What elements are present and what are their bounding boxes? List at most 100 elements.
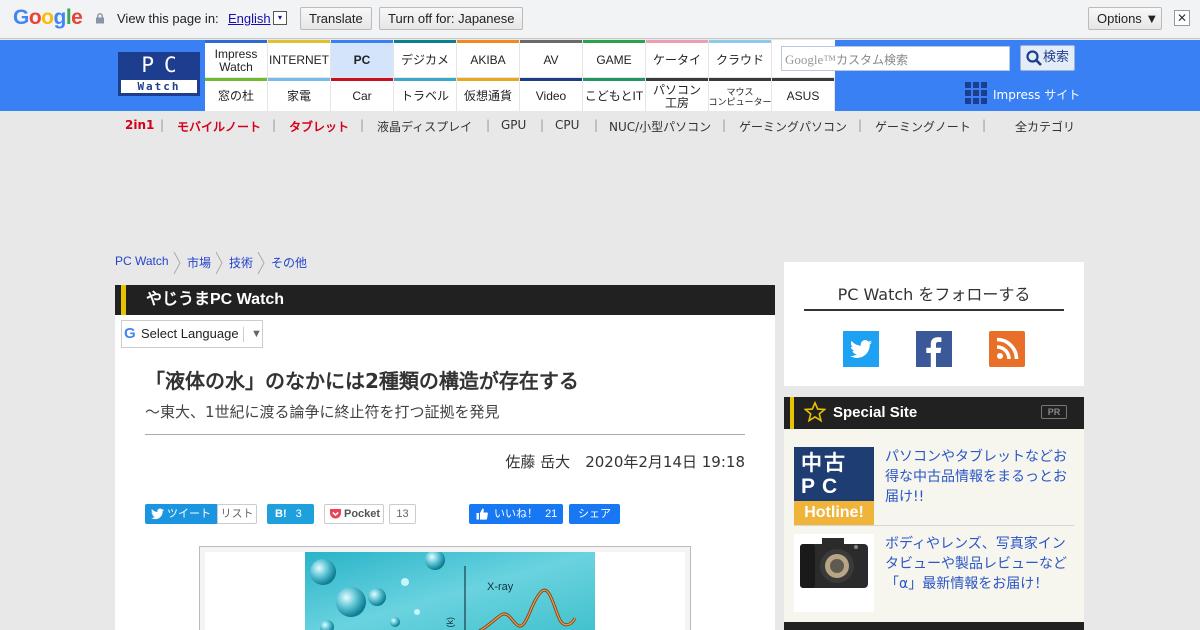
- turn-off-button[interactable]: Turn off for: Japanese: [379, 7, 524, 30]
- rss-icon[interactable]: [989, 331, 1025, 367]
- nav-item[interactable]: ケータイ: [646, 40, 709, 77]
- category-link[interactable]: モバイルノート: [177, 118, 261, 135]
- category-link[interactable]: GPU: [501, 118, 526, 132]
- site-header: PC Watch Impress Watch INTERNET PC デジカメ AKIB…: [0, 40, 1200, 111]
- category-separator: |: [272, 118, 277, 132]
- pc-hotline-thumbnail: 中古 PC Hotline!: [794, 447, 874, 525]
- category-separator: |: [858, 118, 863, 132]
- search-button[interactable]: 検索: [1020, 45, 1075, 71]
- nav-item-label: クラウド: [715, 53, 764, 67]
- nav-item[interactable]: こどもとIT: [583, 77, 646, 111]
- twitter-list-button[interactable]: リスト: [217, 504, 257, 524]
- twitter-icon[interactable]: [843, 331, 879, 367]
- nav-item-color-bar: [709, 40, 771, 43]
- category-separator: |: [360, 118, 365, 132]
- hatena-label: B!: [275, 508, 287, 520]
- chevron-right-icon: [173, 252, 181, 274]
- category-separator: |: [486, 118, 491, 132]
- lock-icon: [96, 13, 104, 24]
- follow-title: PC Watch をフォローする: [837, 285, 1031, 304]
- nav-item[interactable]: Impress Watch: [205, 40, 268, 77]
- nav-item-label: 仮想通貨: [463, 89, 512, 103]
- figure-axis-label: S (k): [445, 617, 455, 630]
- search-input[interactable]: Google™カスタム検索: [781, 46, 1010, 71]
- nav-item[interactable]: クラウド: [709, 40, 772, 77]
- category-separator: |: [722, 118, 727, 132]
- all-categories-link[interactable]: 全カテゴリ: [1015, 118, 1075, 135]
- options-button[interactable]: Options ▼: [1088, 7, 1162, 30]
- section-title-text: やじうまPC Watch: [146, 291, 285, 308]
- nav-item-label: ASUS: [786, 89, 820, 103]
- category-link[interactable]: CPU: [555, 118, 579, 132]
- nav-item[interactable]: Car: [331, 77, 394, 111]
- category-separator: |: [594, 118, 599, 132]
- nav-item-label: 家電: [286, 89, 311, 103]
- author: 佐藤 岳大: [505, 453, 571, 471]
- special-site-widget: Special Site PR 中古 PC Hotline! パソコンやタブレッ…: [784, 397, 1084, 630]
- breadcrumb-link[interactable]: その他: [271, 254, 307, 271]
- nav-item-label: Video: [535, 89, 567, 103]
- close-icon[interactable]: ✕: [1174, 10, 1190, 26]
- impress-site-label: Impress サイト: [993, 88, 1081, 102]
- hatena-count: 3: [295, 508, 302, 520]
- nav-item[interactable]: AV: [520, 40, 583, 77]
- site-nav: Impress Watch INTERNET PC デジカメ AKIBA AV GAME ケー…: [205, 40, 835, 111]
- nav-item[interactable]: トラベル: [394, 77, 457, 111]
- category-link[interactable]: 液晶ディスプレイ: [377, 118, 472, 135]
- category-separator: |: [540, 118, 545, 132]
- camera-image: [800, 538, 868, 588]
- pocket-count: 13: [389, 504, 416, 524]
- nav-item[interactable]: 仮想通貨: [457, 77, 520, 111]
- pocket-button[interactable]: Pocket: [324, 504, 384, 524]
- share-bar: ツイート リスト B! 3 Pocket 13 いいね！ 21 シェア: [145, 504, 745, 526]
- section-accent: [121, 285, 126, 315]
- language-select[interactable]: English: [228, 11, 271, 26]
- category-link[interactable]: NUC/小型パソコン: [609, 118, 711, 135]
- nav-item-label: AV: [543, 53, 559, 67]
- nav-item-color-bar: [331, 78, 393, 81]
- chevron-down-icon: ▼: [251, 328, 262, 340]
- translate-bar: Google View this page in: English ▾ Tran…: [0, 0, 1200, 39]
- nav-item[interactable]: 窓の杜: [205, 77, 268, 111]
- logo-pc-text: PC: [141, 53, 187, 77]
- nav-item-label: デジカメ: [400, 53, 449, 67]
- breadcrumb-link[interactable]: PC Watch: [115, 254, 169, 268]
- nav-item[interactable]: AKIBA: [457, 40, 520, 77]
- nav-item[interactable]: マウス コンピューター: [709, 77, 772, 111]
- nav-item[interactable]: INTERNET: [268, 40, 331, 77]
- facebook-icon[interactable]: [916, 331, 952, 367]
- language-dropdown-icon[interactable]: ▾: [273, 11, 287, 25]
- nav-item[interactable]: パソコン 工房: [646, 77, 709, 111]
- category-link[interactable]: 2in1: [125, 118, 154, 132]
- pc-watch-logo[interactable]: PC Watch: [118, 52, 200, 96]
- follow-widget: PC Watch をフォローする: [784, 262, 1084, 386]
- breadcrumb-link[interactable]: 市場: [187, 254, 211, 271]
- nav-item[interactable]: GAME: [583, 40, 646, 77]
- nav-item[interactable]: Video: [520, 77, 583, 111]
- nav-item-color-bar: [772, 78, 834, 81]
- facebook-share-button[interactable]: シェア: [569, 504, 620, 524]
- nav-item[interactable]: デジカメ: [394, 40, 457, 77]
- chevron-right-icon: [215, 252, 223, 274]
- nav-item[interactable]: ASUS: [772, 77, 835, 111]
- breadcrumb-link[interactable]: 技術: [229, 254, 253, 271]
- category-bar: 2in1 | モバイルノート | タブレット | 液晶ディスプレイ | GPU | CPU | NUC/…: [0, 111, 1200, 139]
- category-link[interactable]: ゲーミングノート: [875, 118, 971, 135]
- like-label: いいね！: [494, 508, 538, 520]
- category-link[interactable]: ゲーミングパソコン: [739, 118, 847, 135]
- category-link[interactable]: タブレット: [289, 118, 349, 135]
- select-language-widget[interactable]: G Select Language ▼: [121, 320, 263, 348]
- facebook-like-button[interactable]: いいね！ 21: [469, 504, 563, 524]
- tweet-button[interactable]: ツイート: [145, 504, 218, 524]
- nav-item-color-bar: [520, 40, 582, 43]
- nav-item-label: INTERNET: [269, 53, 329, 67]
- nav-item[interactable]: PC: [331, 40, 394, 77]
- search-placeholder: カスタム検索: [836, 53, 909, 67]
- translate-button[interactable]: Translate: [300, 7, 372, 30]
- view-page-label: View this page in:: [117, 11, 219, 26]
- nav-item[interactable]: 家電: [268, 77, 331, 111]
- nav-item-color-bar: [457, 40, 519, 43]
- hatena-button[interactable]: B! 3: [267, 504, 314, 524]
- nav-item-label: 窓の杜: [217, 89, 254, 103]
- nav-item-label: パソコン 工房: [652, 82, 701, 110]
